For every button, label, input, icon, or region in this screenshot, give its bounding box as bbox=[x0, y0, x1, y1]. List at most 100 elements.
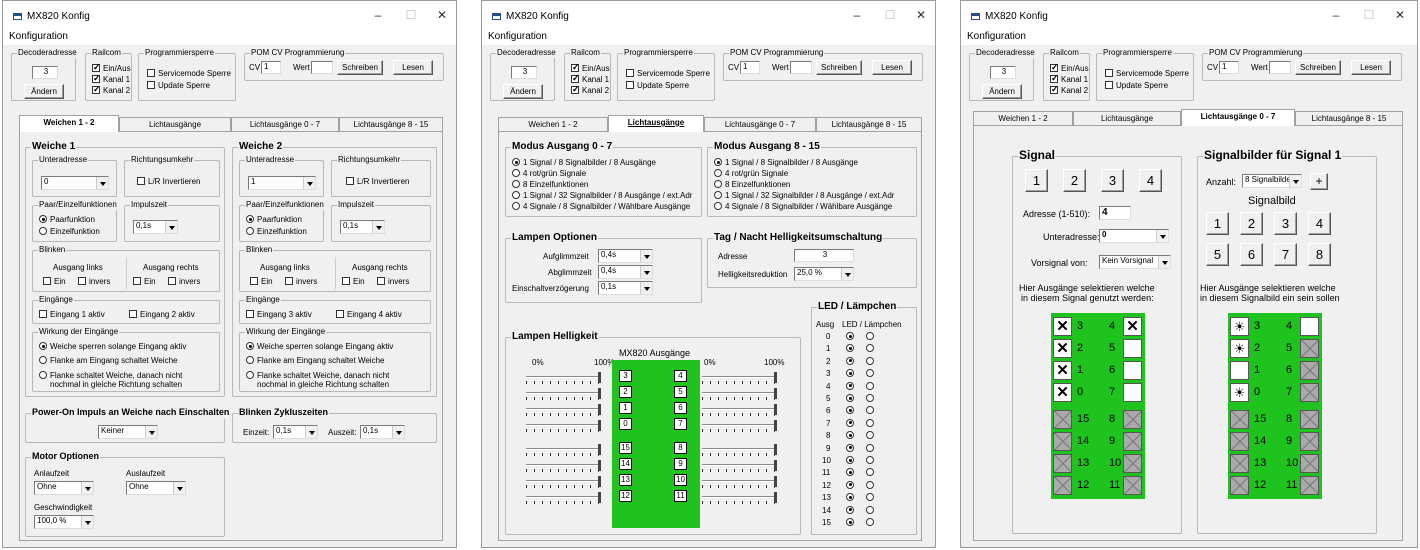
lamp-radio[interactable] bbox=[866, 456, 877, 466]
w2-rechts-ein[interactable]: Ein bbox=[342, 277, 365, 287]
tab-licht-0-7[interactable]: Lichtausgänge 0 - 7 bbox=[704, 117, 816, 131]
tab-weichen[interactable]: Weichen 1 - 2 bbox=[973, 111, 1073, 125]
output-toggle[interactable] bbox=[1123, 383, 1142, 402]
signal-button-1[interactable]: 1 bbox=[1025, 169, 1048, 192]
lamp-radio[interactable] bbox=[866, 356, 877, 367]
output-toggle[interactable] bbox=[1123, 339, 1142, 358]
brightness-slider[interactable] bbox=[702, 404, 777, 418]
railcom-kanal2-checkbox[interactable]: Kanal 2 bbox=[92, 84, 130, 96]
maximize-button[interactable]: ☐ bbox=[1359, 8, 1379, 22]
output-toggle[interactable]: ✕ bbox=[1123, 317, 1142, 336]
w1-wirkung-flanke-radio[interactable]: Flanke am Eingang schaltet Weiche bbox=[39, 356, 177, 366]
change-button[interactable]: Ändern bbox=[503, 84, 543, 99]
sig-ua-select[interactable]: 0 bbox=[1099, 229, 1169, 243]
led-radio[interactable] bbox=[846, 505, 857, 516]
menu-konfiguration[interactable]: Konfiguration bbox=[488, 31, 547, 42]
signalbild-button-2[interactable]: 2 bbox=[1240, 212, 1263, 235]
output-toggle[interactable] bbox=[1230, 454, 1249, 473]
poweron-select[interactable]: Keiner bbox=[98, 425, 158, 439]
output-toggle[interactable] bbox=[1123, 432, 1142, 451]
decoder-address-input[interactable]: 3 bbox=[990, 66, 1016, 79]
aufglimm-select[interactable]: 0,4s bbox=[598, 249, 653, 263]
vorsignal-select[interactable]: Kein Vorsignal bbox=[1099, 255, 1171, 269]
led-radio[interactable] bbox=[846, 431, 857, 441]
brightness-slider[interactable] bbox=[526, 476, 601, 490]
led-radio[interactable] bbox=[846, 443, 857, 454]
write-button[interactable]: Schreiben bbox=[337, 60, 383, 75]
signalbild-button-3[interactable]: 3 bbox=[1274, 212, 1297, 235]
m07-mode-2[interactable]: 8 Einzelfunktionen bbox=[512, 180, 588, 190]
einschalt-select[interactable]: 0,1s bbox=[598, 281, 653, 295]
tab-licht-0-7[interactable]: Lichtausgänge 0 - 7 bbox=[231, 117, 339, 131]
anlaufzeit-select[interactable]: Ohne bbox=[34, 481, 94, 495]
read-button[interactable]: Lesen bbox=[393, 60, 433, 75]
tab-lichtausgaenge[interactable]: Lichtausgänge bbox=[1073, 111, 1181, 125]
output-toggle[interactable] bbox=[1053, 432, 1072, 451]
servicemode-checkbox[interactable]: Servicemode Sperre bbox=[147, 69, 231, 79]
brightness-slider[interactable] bbox=[526, 404, 601, 418]
lamp-radio[interactable] bbox=[866, 505, 877, 516]
output-toggle[interactable] bbox=[1230, 476, 1249, 495]
lamp-radio[interactable] bbox=[866, 418, 877, 429]
led-radio[interactable] bbox=[846, 381, 857, 392]
update-sperre-checkbox[interactable]: Update Sperre bbox=[147, 81, 210, 91]
w2-lr-checkbox[interactable]: L/R Invertieren bbox=[346, 177, 409, 187]
menu-konfiguration[interactable]: Konfiguration bbox=[9, 31, 68, 42]
w1-eingang2-checkbox[interactable]: Eingang 2 aktiv bbox=[129, 310, 195, 320]
lamp-radio[interactable] bbox=[866, 443, 877, 454]
output-toggle[interactable] bbox=[1300, 454, 1319, 473]
signal-button-4[interactable]: 4 bbox=[1139, 169, 1162, 192]
lamp-radio[interactable] bbox=[866, 332, 877, 342]
output-toggle[interactable]: ✕ bbox=[1053, 361, 1072, 380]
brightness-slider[interactable] bbox=[702, 388, 777, 402]
w2-eingang3-checkbox[interactable]: Eingang 3 aktiv bbox=[246, 310, 312, 320]
output-toggle[interactable] bbox=[1300, 339, 1319, 358]
w1-einzelfunktion-radio[interactable]: Einzelfunktion bbox=[39, 227, 100, 237]
output-toggle[interactable] bbox=[1123, 454, 1142, 473]
output-toggle[interactable]: ✕ bbox=[1053, 317, 1072, 336]
signalbild-button-5[interactable]: 5 bbox=[1206, 243, 1229, 266]
anzahl-select[interactable]: 8 Signalbilder bbox=[1242, 174, 1302, 188]
m07-mode-4[interactable]: 4 Signale / 8 Signalbilder / Wählbare Au… bbox=[512, 202, 690, 212]
lamp-radio[interactable] bbox=[866, 493, 877, 503]
minimize-button[interactable]: – bbox=[847, 8, 867, 22]
lamp-radio[interactable] bbox=[866, 344, 877, 354]
m07-mode-1[interactable]: 4 rot/grün Signale bbox=[512, 169, 586, 179]
signalbild-button-6[interactable]: 6 bbox=[1240, 243, 1263, 266]
w2-impuls-select[interactable]: 0,1s bbox=[340, 220, 385, 234]
signalbild-button-8[interactable]: 8 bbox=[1308, 243, 1331, 266]
output-toggle[interactable] bbox=[1300, 432, 1319, 451]
w1-impuls-select[interactable]: 0,1s bbox=[133, 220, 178, 234]
w2-einzelfunktion-radio[interactable]: Einzelfunktion bbox=[246, 227, 307, 237]
led-radio[interactable] bbox=[846, 406, 857, 416]
tab-weichen[interactable]: Weichen 1 - 2 bbox=[498, 117, 608, 131]
lamp-radio[interactable] bbox=[866, 394, 877, 404]
m07-mode-3[interactable]: 1 Signal / 32 Signalbilder / 8 Ausgänge … bbox=[512, 191, 692, 201]
write-button[interactable]: Schreiben bbox=[1295, 60, 1341, 75]
output-toggle[interactable] bbox=[1123, 476, 1142, 495]
w2-links-invers[interactable]: invers bbox=[285, 277, 317, 287]
close-button[interactable]: ✕ bbox=[1390, 8, 1410, 22]
railcom-kanal2-checkbox[interactable]: Kanal 2 bbox=[1050, 84, 1088, 96]
output-toggle[interactable] bbox=[1053, 454, 1072, 473]
led-radio[interactable] bbox=[846, 356, 857, 367]
m815-mode-2[interactable]: 8 Einzelfunktionen bbox=[714, 180, 790, 190]
w2-unteradresse-select[interactable]: 1 bbox=[248, 176, 316, 190]
output-toggle[interactable] bbox=[1300, 361, 1319, 380]
output-toggle[interactable]: ☀ bbox=[1230, 317, 1249, 336]
servicemode-checkbox[interactable]: Servicemode Sperre bbox=[626, 69, 710, 79]
brightness-slider[interactable] bbox=[526, 420, 601, 434]
output-toggle[interactable] bbox=[1123, 410, 1142, 429]
output-toggle[interactable] bbox=[1300, 476, 1319, 495]
wert-input[interactable] bbox=[1269, 61, 1291, 74]
tab-weichen[interactable]: Weichen 1 - 2 bbox=[19, 115, 119, 132]
maximize-button[interactable]: ☐ bbox=[880, 8, 900, 22]
brightness-slider[interactable] bbox=[702, 372, 777, 386]
w1-eingang1-checkbox[interactable]: Eingang 1 aktiv bbox=[39, 310, 105, 320]
w1-links-ein[interactable]: Ein bbox=[43, 277, 66, 287]
led-radio[interactable] bbox=[846, 518, 857, 528]
led-radio[interactable] bbox=[846, 369, 857, 379]
read-button[interactable]: Lesen bbox=[872, 60, 912, 75]
geschw-select[interactable]: 100,0 % bbox=[34, 515, 94, 529]
m815-mode-1[interactable]: 4 rot/grün Signale bbox=[714, 169, 788, 179]
